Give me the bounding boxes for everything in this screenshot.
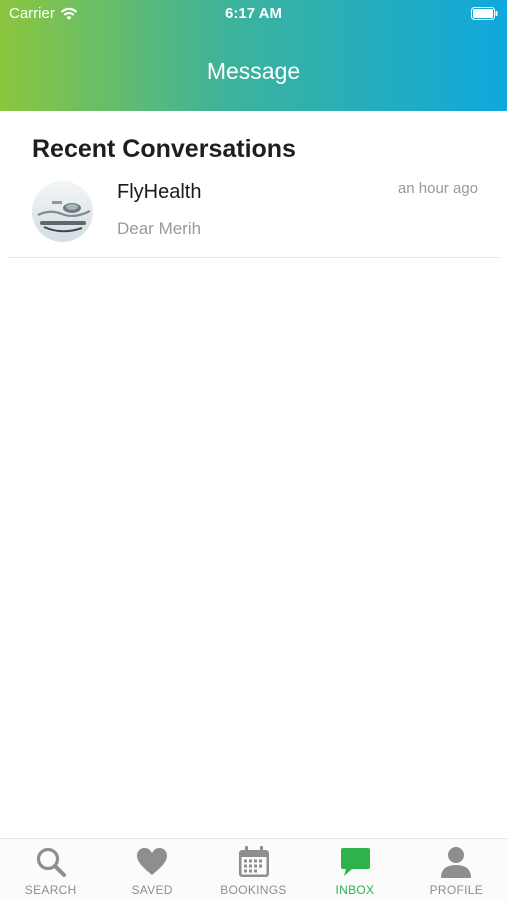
- tab-saved[interactable]: SAVED: [101, 839, 202, 900]
- header-bar: Carrier 6:17 AM Message: [0, 0, 507, 111]
- status-time: 6:17 AM: [225, 5, 282, 22]
- chat-bubble-icon: [340, 848, 370, 876]
- tab-profile-label: PROFILE: [429, 883, 484, 897]
- battery-icon: [471, 7, 498, 20]
- person-icon: [441, 847, 472, 878]
- conversation-preview: Dear Merih: [117, 219, 202, 238]
- recent-conversations-heading: Recent Conversations: [32, 135, 296, 163]
- search-icon: [36, 847, 66, 877]
- tab-profile[interactable]: PROFILE: [406, 839, 507, 900]
- tab-search[interactable]: SEARCH: [0, 839, 101, 900]
- tab-inbox-label: INBOX: [335, 883, 375, 897]
- tab-saved-label: SAVED: [131, 883, 173, 897]
- tab-bookings-label: BOOKINGS: [220, 883, 287, 897]
- status-bar: Carrier 6:17 AM: [0, 0, 507, 28]
- tab-bookings[interactable]: BOOKINGS: [203, 839, 304, 900]
- tab-bar: SEARCH SAVED BOOKINGS INBOX PROFILE: [0, 838, 507, 900]
- heart-icon: [137, 848, 168, 875]
- conversation-row[interactable]: FlyHealth Dear Merih an hour ago: [9, 176, 500, 258]
- tab-search-label: SEARCH: [24, 883, 77, 897]
- page-title: Message: [206, 58, 301, 84]
- avatar: [32, 181, 93, 242]
- tab-inbox[interactable]: INBOX: [304, 839, 405, 900]
- stethoscope-photo-icon: [32, 181, 93, 242]
- conversation-timestamp: an hour ago: [397, 180, 478, 197]
- conversation-name: FlyHealth: [117, 181, 202, 203]
- calendar-icon: [238, 846, 269, 877]
